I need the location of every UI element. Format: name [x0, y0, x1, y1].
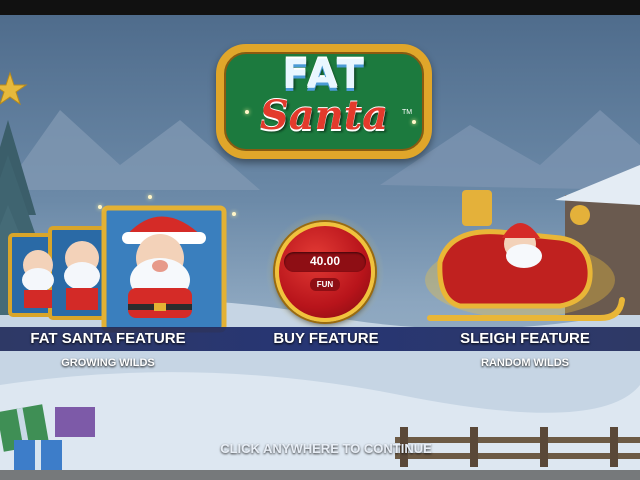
continue-prompt[interactable]: CLICK ANYWHERE TO CONTINUE	[0, 441, 640, 456]
sparkle	[232, 212, 236, 216]
buy-feature-button[interactable]	[275, 222, 375, 322]
buy-feature-title[interactable]: BUY FEATURE	[226, 330, 426, 347]
sleigh-feature-title: SLEIGH FEATURE	[460, 330, 590, 347]
fat-santa-feature-subtitle: GROWING WILDS	[61, 357, 155, 369]
sparkle	[148, 195, 152, 199]
buy-price-currency: FUN	[310, 278, 340, 291]
fat-santa-feature-title: FAT SANTA FEATURE	[30, 330, 186, 347]
sparkle	[98, 205, 102, 209]
buy-price-amount: 40.00	[309, 254, 341, 268]
sparkle	[245, 110, 249, 114]
sparkle	[412, 120, 416, 124]
sleigh-icon	[425, 190, 625, 321]
sleigh-feature-subtitle: RANDOM WILDS	[481, 357, 569, 369]
